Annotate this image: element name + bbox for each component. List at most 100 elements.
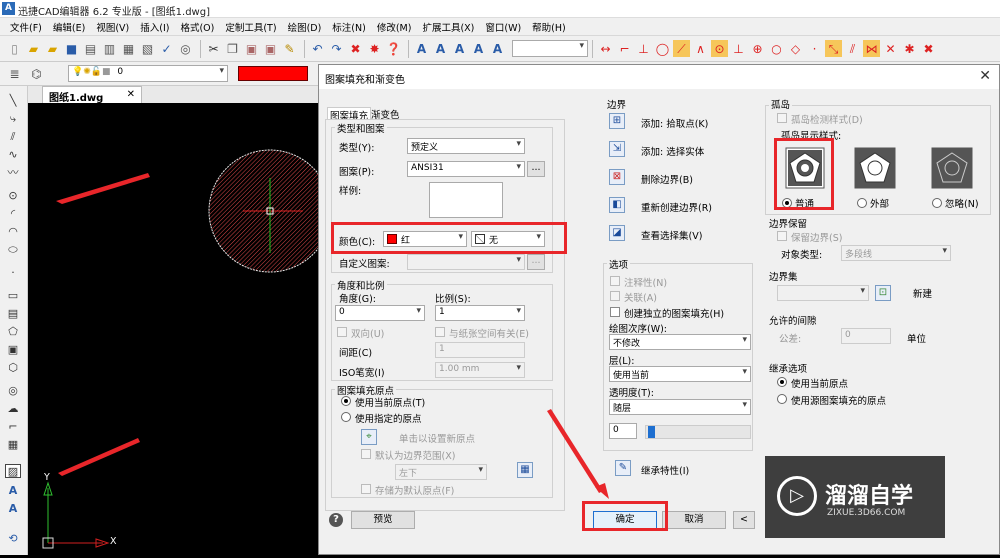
- copy-icon[interactable]: ❐: [224, 40, 241, 57]
- radius-dim-icon[interactable]: ◯: [654, 40, 671, 57]
- menu-tools[interactable]: 定制工具(T): [225, 20, 276, 34]
- angular-dim-icon[interactable]: ∧: [692, 40, 709, 57]
- watermark-url: ZIXUE.3D66.COM: [827, 508, 906, 518]
- app-logo-icon: A: [2, 2, 15, 15]
- toolbar-separator: [304, 39, 305, 58]
- print-icon[interactable]: ▤: [82, 40, 99, 57]
- rectangle-icon[interactable]: ▭: [5, 289, 21, 303]
- drawing-canvas[interactable]: Y X: [28, 103, 332, 555]
- line-icon[interactable]: ╲: [5, 94, 21, 108]
- wall-icon[interactable]: ▤: [5, 307, 21, 321]
- polygon-icon[interactable]: ⬠: [5, 325, 21, 339]
- wipeout-icon[interactable]: ⌐: [5, 420, 21, 434]
- text-justify-icon[interactable]: A: [489, 40, 506, 57]
- app-title: 迅捷CAD编辑器 6.2 专业版 - [图纸1.dwg]: [18, 7, 210, 18]
- menu-view[interactable]: 视图(V): [96, 20, 129, 34]
- dim-update-icon[interactable]: ✕: [882, 40, 899, 57]
- text-scale-icon[interactable]: A: [470, 40, 487, 57]
- menu-insert[interactable]: 插入(I): [140, 20, 169, 34]
- save-icon[interactable]: ■: [63, 40, 80, 57]
- plot-icon[interactable]: ▧: [139, 40, 156, 57]
- annotation-arrow-left-top: [56, 173, 150, 204]
- baseline-dim-icon[interactable]: ⊥: [730, 40, 747, 57]
- folder-icon[interactable]: ▰: [44, 40, 61, 57]
- ucs-y-label: Y: [44, 472, 50, 483]
- region-icon[interactable]: ▣: [5, 343, 21, 357]
- match-properties-icon[interactable]: ✎: [281, 40, 298, 57]
- dim-style-icon[interactable]: ✱: [901, 40, 918, 57]
- insert-block-icon[interactable]: ⟲: [5, 532, 21, 546]
- text-icon[interactable]: A: [5, 502, 21, 516]
- donut-icon[interactable]: ◎: [5, 384, 21, 398]
- spell-check-icon[interactable]: ✓: [158, 40, 175, 57]
- layer-color-swatch[interactable]: [238, 66, 308, 81]
- quick-dim-icon[interactable]: ◇: [787, 40, 804, 57]
- dim-override-icon[interactable]: ⋈: [863, 40, 880, 57]
- text-edit-icon[interactable]: A: [432, 40, 449, 57]
- point-icon[interactable]: ·: [806, 40, 823, 57]
- dim-edit-icon[interactable]: ⫽: [844, 40, 861, 57]
- point-icon[interactable]: ·: [5, 266, 21, 280]
- freehand-icon[interactable]: 〰: [5, 166, 21, 180]
- mtext-icon[interactable]: A: [5, 484, 21, 498]
- center-mark-icon[interactable]: ⊙: [711, 40, 728, 57]
- arc-icon[interactable]: ◜: [5, 207, 21, 221]
- dim-oblique-icon[interactable]: ✖: [920, 40, 937, 57]
- linear-dim-icon[interactable]: ↔: [597, 40, 614, 57]
- delete-icon[interactable]: ✖: [347, 40, 364, 57]
- boundary-icon[interactable]: ⬡: [5, 361, 21, 375]
- ucs-x-label: X: [110, 536, 117, 547]
- toolbar-separator: [408, 39, 409, 58]
- menu-help[interactable]: 帮助(H): [532, 20, 566, 34]
- circle-icon[interactable]: ⊙: [5, 189, 21, 203]
- multiline-icon[interactable]: ⫽: [5, 130, 21, 144]
- menu-format[interactable]: 格式(O): [180, 20, 214, 34]
- menu-modify[interactable]: 修改(M): [377, 20, 412, 34]
- paste-special-icon[interactable]: ▣: [262, 40, 279, 57]
- menu-dimension[interactable]: 标注(N): [332, 20, 366, 34]
- layer-state-icon[interactable]: ⌬: [28, 65, 45, 82]
- standard-toolbar: ▯ ▰ ▰ ■ ▤ ▥ ▦ ▧ ✓ ◎ ✂ ❐ ▣ ▣ ✎ ↶ ↷ ✖ ✸ ❓ …: [0, 36, 1000, 62]
- find-icon[interactable]: ◎: [177, 40, 194, 57]
- layer-combo[interactable]: 💡✺🔓■ 0 ▾: [68, 65, 228, 82]
- layer-combo-value: 0: [117, 67, 124, 77]
- open-file-icon[interactable]: ▰: [25, 40, 42, 57]
- menu-file[interactable]: 文件(F): [10, 20, 42, 34]
- ellipse-arc-icon[interactable]: ◠: [5, 225, 21, 239]
- text-find-icon[interactable]: A: [451, 40, 468, 57]
- paste-icon[interactable]: ▣: [243, 40, 260, 57]
- hatch-icon[interactable]: ▨: [5, 464, 21, 478]
- redo-icon[interactable]: ↷: [328, 40, 345, 57]
- help-icon[interactable]: ❓: [385, 40, 402, 57]
- menu-extensions[interactable]: 扩展工具(X): [422, 20, 474, 34]
- publish-icon[interactable]: ▦: [120, 40, 137, 57]
- print-preview-icon[interactable]: ▥: [101, 40, 118, 57]
- layer-manager-icon[interactable]: ≣: [6, 65, 23, 82]
- document-tab-bar: 图纸1.dwg ✕: [28, 86, 318, 104]
- undo-icon[interactable]: ↶: [309, 40, 326, 57]
- menu-draw[interactable]: 绘图(D): [288, 20, 322, 34]
- revcloud-icon[interactable]: ☁: [5, 402, 21, 416]
- document-tab[interactable]: 图纸1.dwg ✕: [42, 86, 142, 104]
- spline-icon[interactable]: ∿: [5, 148, 21, 162]
- leader-icon[interactable]: ⤡: [825, 40, 842, 57]
- app-title-bar: A 迅捷CAD编辑器 6.2 专业版 - [图纸1.dwg]: [0, 0, 1000, 18]
- draw-toolbar: ╲ ⤷ ⫽ ∿ 〰 ⊙ ◜ ◠ ⬭ · ▭ ▤ ⬠ ▣ ⬡ ◎ ☁ ⌐ ▦ ▨ …: [0, 86, 28, 555]
- text-style-combo[interactable]: ▾: [512, 40, 588, 57]
- table-icon[interactable]: ▦: [5, 438, 21, 452]
- menu-window[interactable]: 窗口(W): [485, 20, 521, 34]
- tolerance-icon[interactable]: ○: [768, 40, 785, 57]
- ellipse-icon[interactable]: ⬭: [5, 243, 21, 257]
- annotation-arrow-ok: [547, 409, 603, 493]
- close-icon[interactable]: ✕: [127, 89, 135, 100]
- polyline-icon[interactable]: ⤷: [5, 112, 21, 126]
- continue-dim-icon[interactable]: ⊕: [749, 40, 766, 57]
- diameter-dim-icon[interactable]: ⟋: [673, 40, 690, 57]
- new-file-icon[interactable]: ▯: [6, 40, 23, 57]
- ordinate-dim-icon[interactable]: ⊥: [635, 40, 652, 57]
- aligned-dim-icon[interactable]: ⌐: [616, 40, 633, 57]
- cut-icon[interactable]: ✂: [205, 40, 222, 57]
- erase-icon[interactable]: ✸: [366, 40, 383, 57]
- menu-edit[interactable]: 编辑(E): [53, 20, 85, 34]
- text-style-icon[interactable]: A: [413, 40, 430, 57]
